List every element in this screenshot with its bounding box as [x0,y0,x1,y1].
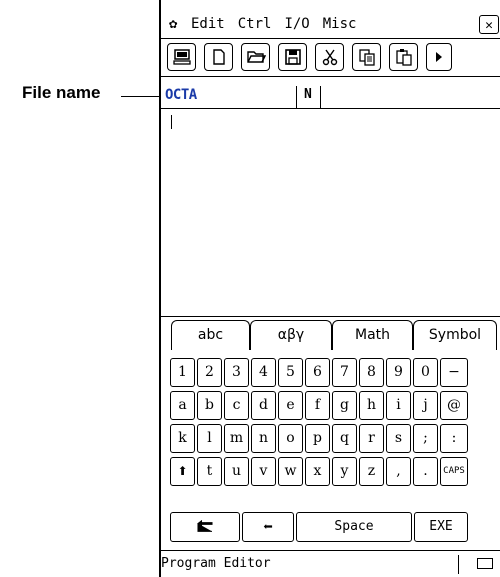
divider [296,86,297,108]
key-3[interactable]: 3 [224,358,249,387]
menu-edit[interactable]: Edit [191,16,225,32]
key-minus[interactable]: − [440,358,468,387]
left-arrow-icon[interactable]: ⬅ [242,512,294,542]
key-n[interactable]: n [251,424,276,453]
key-r[interactable]: r [359,424,384,453]
file-name[interactable]: OCTA [165,87,197,103]
keyboard-tabs: abc αβγ Math Symbol [161,316,500,350]
exe-key[interactable]: EXE [414,512,468,542]
key-6[interactable]: 6 [305,358,330,387]
key-w[interactable]: w [278,457,303,486]
tab-symbol[interactable]: Symbol [413,320,497,350]
more-icon[interactable] [426,43,452,71]
key-p[interactable]: p [305,424,330,453]
key-e[interactable]: e [278,391,303,420]
key-y[interactable]: y [332,457,357,486]
key-7[interactable]: 7 [332,358,357,387]
program-editor-area[interactable] [161,109,500,316]
key-z[interactable]: z [359,457,384,486]
status-bar: Program Editor [161,550,500,577]
new-file-icon[interactable] [204,43,233,71]
save-icon[interactable] [278,43,307,71]
key-b[interactable]: b [197,391,222,420]
key-1[interactable]: 1 [170,358,195,387]
tab-icon[interactable] [170,512,240,542]
key-q[interactable]: q [332,424,357,453]
menu-misc[interactable]: Misc [323,16,357,32]
menu-bar: ✿ Edit Ctrl I/O Misc ✕ [161,12,500,39]
divider [458,555,459,574]
key-s[interactable]: s [386,424,411,453]
key-h[interactable]: h [359,391,384,420]
open-folder-icon[interactable] [241,43,270,71]
key-0[interactable]: 0 [413,358,438,387]
key-period[interactable]: . [413,457,438,486]
menu-io[interactable]: I/O [284,16,309,32]
key-5[interactable]: 5 [278,358,303,387]
key-m[interactable]: m [224,424,249,453]
cut-icon[interactable] [315,43,344,71]
menu-ctrl[interactable]: Ctrl [238,16,272,32]
file-name-line: OCTA N [161,86,500,109]
key-a[interactable]: a [170,391,195,420]
gear-icon[interactable]: ✿ [169,16,177,32]
toolbar [161,38,500,77]
key-colon[interactable]: : [440,424,468,453]
tab-math[interactable]: Math [332,320,413,350]
key-4[interactable]: 4 [251,358,276,387]
key-i[interactable]: i [386,391,411,420]
battery-icon [477,558,493,569]
file-name-callout-label: File name [22,83,101,102]
key-t[interactable]: t [197,457,222,486]
key-j[interactable]: j [413,391,438,420]
device-screen: ✿ Edit Ctrl I/O Misc ✕ OCTA N abc αβγ Ma… [159,0,500,577]
key-f[interactable]: f [305,391,330,420]
key-2[interactable]: 2 [197,358,222,387]
divider [320,86,321,108]
key-v[interactable]: v [251,457,276,486]
key-semicolon[interactable]: ; [413,424,438,453]
caps-key[interactable]: CAPS [440,457,468,486]
key-comma[interactable]: , [386,457,411,486]
shift-icon[interactable]: ⬆ [170,457,195,486]
tab-greek[interactable]: αβγ [250,320,332,350]
space-key[interactable]: Space [296,512,412,542]
key-l[interactable]: l [197,424,222,453]
paste-icon[interactable] [389,43,418,71]
key-c[interactable]: c [224,391,249,420]
key-x[interactable]: x [305,457,330,486]
key-o[interactable]: o [278,424,303,453]
text-cursor [171,115,172,129]
computer-icon[interactable] [167,43,196,71]
close-icon[interactable]: ✕ [479,15,499,34]
key-9[interactable]: 9 [386,358,411,387]
key-d[interactable]: d [251,391,276,420]
key-u[interactable]: u [224,457,249,486]
status-text: Program Editor [161,556,271,571]
soft-keyboard: 1 2 3 4 5 6 7 8 9 0 − a b c d e f g h i … [161,349,500,542]
copy-icon[interactable] [352,43,381,71]
program-mode-indicator: N [304,87,312,102]
key-k[interactable]: k [170,424,195,453]
key-g[interactable]: g [332,391,357,420]
tab-abc[interactable]: abc [171,320,250,350]
key-8[interactable]: 8 [359,358,384,387]
key-at[interactable]: @ [440,391,468,420]
